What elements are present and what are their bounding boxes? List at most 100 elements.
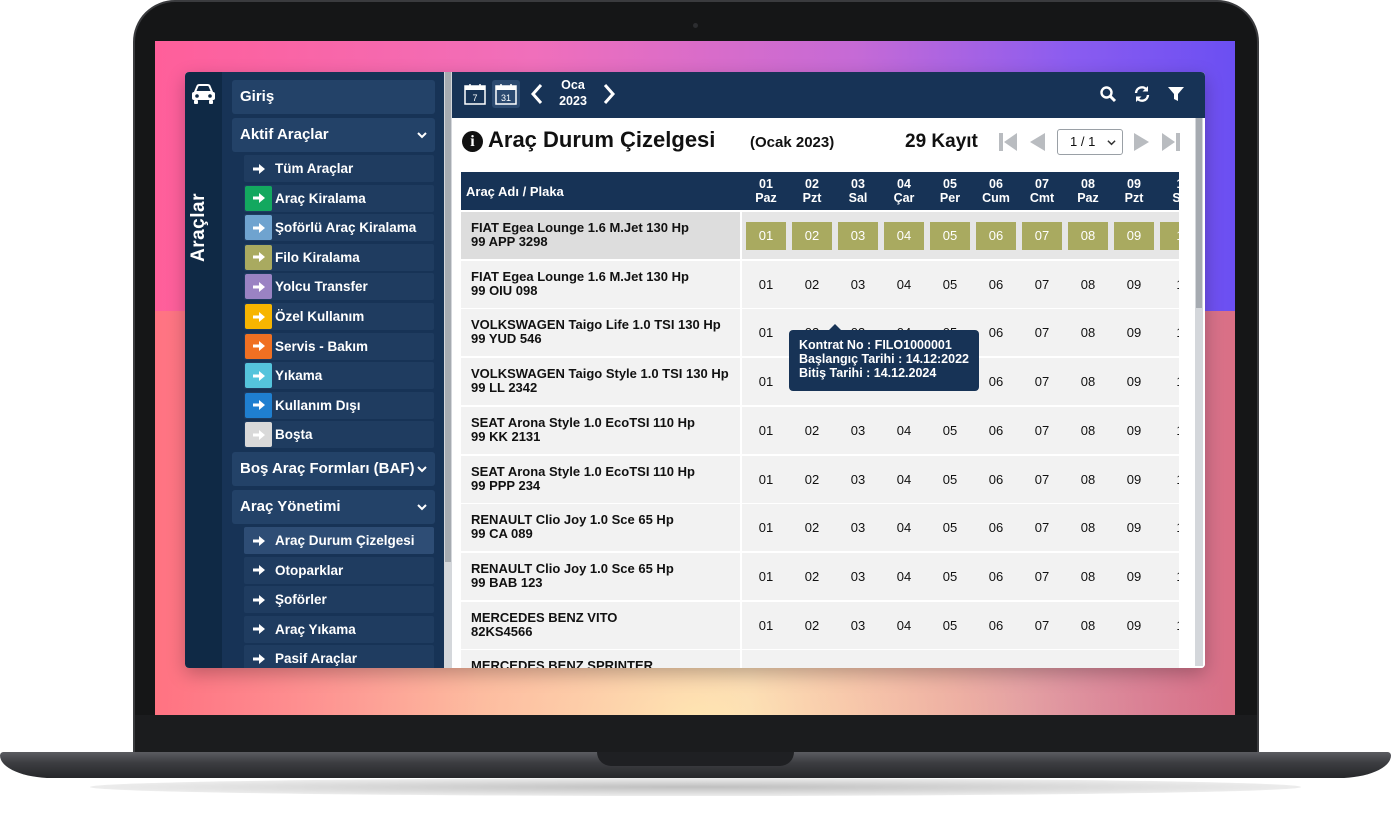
day-cell[interactable]: 07	[1022, 261, 1062, 308]
sidebar-group-aktif-araclar[interactable]: Aktif Araçlar	[232, 118, 435, 152]
day-cell[interactable]: 06	[976, 553, 1016, 600]
sidebar-scrollbar-thumb[interactable]	[445, 72, 451, 562]
day-cell[interactable]: 09	[1114, 407, 1154, 454]
day-cell[interactable]: 05	[930, 222, 970, 250]
day-cell[interactable]: 07	[1022, 602, 1062, 649]
day-cell[interactable]: 09	[1114, 553, 1154, 600]
sidebar-item-management-3[interactable]: Araç Yıkama	[244, 615, 434, 643]
day-cell[interactable]: 04	[884, 602, 924, 649]
day-cell[interactable]: 07	[1022, 358, 1062, 405]
vehicle-cell[interactable]: SEAT Arona Style 1.0 EcoTSI 110 Hp 99 KK …	[461, 406, 740, 454]
sidebar-group-giris[interactable]: Giriş	[232, 80, 435, 114]
sidebar-group-arac-yonetimi[interactable]: Araç Yönetimi	[232, 490, 435, 524]
page-select[interactable]: 1 / 1	[1057, 129, 1123, 155]
day-cell[interactable]: 1	[1160, 650, 1179, 668]
sidebar-item-active-5[interactable]: Özel Kullanım	[244, 303, 434, 330]
day-cell[interactable]: 01	[746, 358, 786, 405]
day-cell[interactable]: 1	[1160, 222, 1179, 250]
day-cell[interactable]: 09	[1114, 504, 1154, 551]
week-view-button[interactable]: 7	[461, 80, 489, 108]
day-cell[interactable]: 03	[838, 553, 878, 600]
day-cell[interactable]: 08	[1068, 358, 1108, 405]
day-cell[interactable]: 03	[838, 261, 878, 308]
day-cell[interactable]: 1	[1160, 358, 1179, 405]
day-cell[interactable]: 08	[1068, 261, 1108, 308]
sidebar-item-active-8[interactable]: Kullanım Dışı	[244, 391, 434, 419]
day-cell[interactable]: 05	[930, 407, 970, 454]
day-cell[interactable]: 1	[1160, 553, 1179, 600]
day-cell[interactable]: 03	[838, 650, 878, 668]
day-cell[interactable]: 09	[1114, 602, 1154, 649]
day-cell[interactable]: 09	[1114, 456, 1154, 503]
day-cell[interactable]: 06	[976, 222, 1016, 250]
vehicle-cell[interactable]: RENAULT Clio Joy 1.0 Sce 65 Hp 99 BAB 123	[461, 552, 740, 600]
sidebar-item-active-3[interactable]: Filo Kiralama	[244, 243, 434, 271]
day-cell[interactable]: 06	[976, 602, 1016, 649]
day-cell[interactable]: 03	[838, 222, 878, 250]
vehicle-cell[interactable]: MERCEDES BENZ SPRINTER	[461, 650, 740, 668]
table-row[interactable]: FIAT Egea Lounge 1.6 M.Jet 130 Hp 99 OIU …	[461, 260, 1179, 308]
day-cell[interactable]: 08	[1068, 456, 1108, 503]
day-cell[interactable]: 03	[838, 407, 878, 454]
vehicle-cell[interactable]: FIAT Egea Lounge 1.6 M.Jet 130 Hp 99 OIU …	[461, 260, 740, 308]
day-cell[interactable]: 01	[746, 222, 786, 250]
table-row[interactable]: MERCEDES BENZ SPRINTER 01 02 03 04 05 06 07 08 09…	[461, 650, 1179, 668]
day-cell[interactable]: 06	[976, 309, 1016, 356]
day-cell[interactable]: 01	[746, 602, 786, 649]
day-cell[interactable]: 1	[1160, 309, 1179, 356]
day-cell[interactable]: 02	[792, 261, 832, 308]
day-cell[interactable]: 02	[792, 456, 832, 503]
vehicle-cell[interactable]: MERCEDES BENZ VITO 82KS4566	[461, 601, 740, 649]
day-cell[interactable]: 02	[792, 504, 832, 551]
sidebar-item-active-7[interactable]: Yıkama	[244, 362, 434, 390]
day-cell[interactable]: 07	[1022, 309, 1062, 356]
sidebar-item-active-1[interactable]: Araç Kiralama	[244, 184, 434, 212]
day-cell[interactable]: 02	[792, 650, 832, 668]
day-cell[interactable]: 08	[1068, 309, 1108, 356]
grid-scrollbar-thumb[interactable]	[1196, 118, 1202, 308]
sidebar-item-active-6[interactable]: Servis - Bakım	[244, 332, 434, 360]
day-cell[interactable]: 02	[792, 222, 832, 250]
day-cell[interactable]: 06	[976, 407, 1016, 454]
day-cell[interactable]: 08	[1068, 553, 1108, 600]
table-row[interactable]: SEAT Arona Style 1.0 EcoTSI 110 Hp 99 KK …	[461, 406, 1179, 454]
prev-month-button[interactable]	[523, 80, 551, 108]
table-row[interactable]: RENAULT Clio Joy 1.0 Sce 65 Hp 99 CA 089 0…	[461, 504, 1179, 552]
day-cell[interactable]: 03	[838, 602, 878, 649]
day-cell[interactable]: 09	[1114, 358, 1154, 405]
vehicle-cell[interactable]: FIAT Egea Lounge 1.6 M.Jet 130 Hp 99 APP …	[461, 212, 740, 259]
first-page-icon[interactable]	[997, 131, 1019, 153]
day-cell[interactable]: 05	[930, 456, 970, 503]
day-cell[interactable]: 03	[838, 456, 878, 503]
day-cell[interactable]: 1	[1160, 602, 1179, 649]
day-cell[interactable]: 06	[976, 261, 1016, 308]
day-cell[interactable]: 1	[1160, 456, 1179, 503]
day-cell[interactable]: 04	[884, 222, 924, 250]
sidebar-item-management-0[interactable]: Araç Durum Çizelgesi	[244, 527, 434, 554]
day-cell[interactable]: 09	[1114, 650, 1154, 668]
day-cell[interactable]: 09	[1114, 261, 1154, 308]
day-cell[interactable]: 07	[1022, 456, 1062, 503]
car-icon[interactable]	[190, 82, 217, 106]
vehicle-cell[interactable]: VOLKSWAGEN Taigo Life 1.0 TSI 130 Hp 99 Y…	[461, 309, 740, 357]
day-cell[interactable]: 08	[1068, 650, 1108, 668]
day-cell[interactable]: 01	[746, 650, 786, 668]
sidebar-scrollbar[interactable]	[444, 72, 452, 668]
next-month-button[interactable]	[595, 80, 623, 108]
next-page-icon[interactable]	[1131, 131, 1153, 153]
sidebar-item-active-2[interactable]: Şoförlü Araç Kiralama	[244, 214, 434, 242]
day-cell[interactable]: 01	[746, 407, 786, 454]
day-cell[interactable]: 04	[884, 261, 924, 308]
day-cell[interactable]: 07	[1022, 553, 1062, 600]
day-cell[interactable]: 07	[1022, 222, 1062, 250]
day-cell[interactable]: 07	[1022, 650, 1062, 668]
day-cell[interactable]: 04	[884, 456, 924, 503]
table-row[interactable]: MERCEDES BENZ VITO 82KS4566 01 02 03 04 05 06 07…	[461, 601, 1179, 649]
day-cell[interactable]: 07	[1022, 504, 1062, 551]
day-cell[interactable]: 05	[930, 504, 970, 551]
day-cell[interactable]: 05	[930, 261, 970, 308]
month-view-button[interactable]: 31	[492, 80, 520, 108]
day-cell[interactable]: 04	[884, 553, 924, 600]
day-cell[interactable]: 1	[1160, 261, 1179, 308]
info-icon[interactable]: i	[462, 131, 483, 152]
